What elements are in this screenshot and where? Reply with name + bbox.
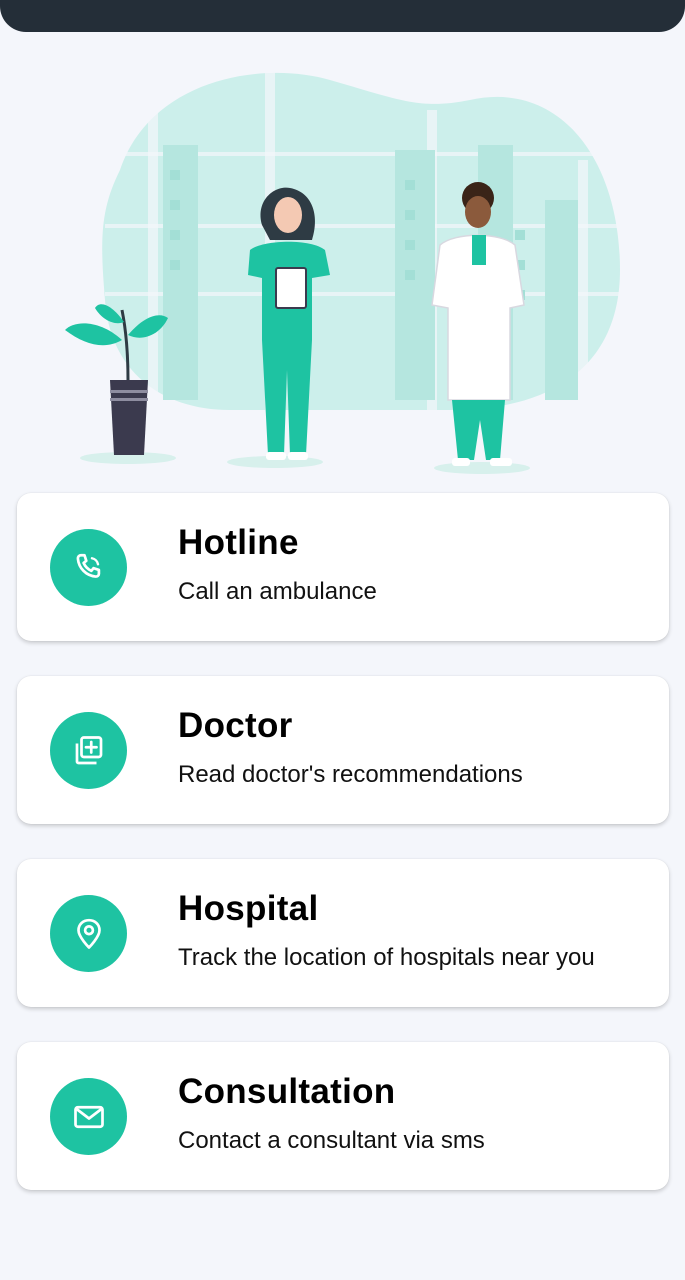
hospital-title: Hospital bbox=[178, 889, 319, 928]
hotline-subtitle: Call an ambulance bbox=[178, 578, 377, 605]
location-pin-icon bbox=[76, 918, 101, 949]
location-pin-icon-badge bbox=[50, 895, 127, 972]
mail-icon bbox=[73, 1105, 104, 1128]
hotline-title: Hotline bbox=[178, 523, 299, 562]
medical-plus-icon bbox=[75, 735, 102, 764]
doctor-nurse-illustration bbox=[65, 65, 620, 474]
hero-illustration bbox=[0, 40, 685, 490]
doctor-title: Doctor bbox=[178, 706, 293, 745]
consultation-title: Consultation bbox=[178, 1072, 396, 1111]
hotline-card[interactable]: Hotline Call an ambulance bbox=[17, 493, 669, 641]
medical-plus-icon-badge bbox=[50, 712, 127, 789]
consultation-subtitle: Contact a consultant via sms bbox=[178, 1127, 485, 1154]
hospital-subtitle: Track the location of hospitals near you bbox=[178, 944, 595, 971]
top-app-bar bbox=[0, 0, 685, 32]
doctor-card[interactable]: Doctor Read doctor's recommendations bbox=[17, 676, 669, 824]
doctor-subtitle: Read doctor's recommendations bbox=[178, 761, 523, 788]
mail-icon-badge bbox=[50, 1078, 127, 1155]
hospital-card[interactable]: Hospital Track the location of hospitals… bbox=[17, 859, 669, 1007]
phone-icon bbox=[76, 553, 100, 578]
consultation-card[interactable]: Consultation Contact a consultant via sm… bbox=[17, 1042, 669, 1190]
phone-icon-badge bbox=[50, 529, 127, 606]
